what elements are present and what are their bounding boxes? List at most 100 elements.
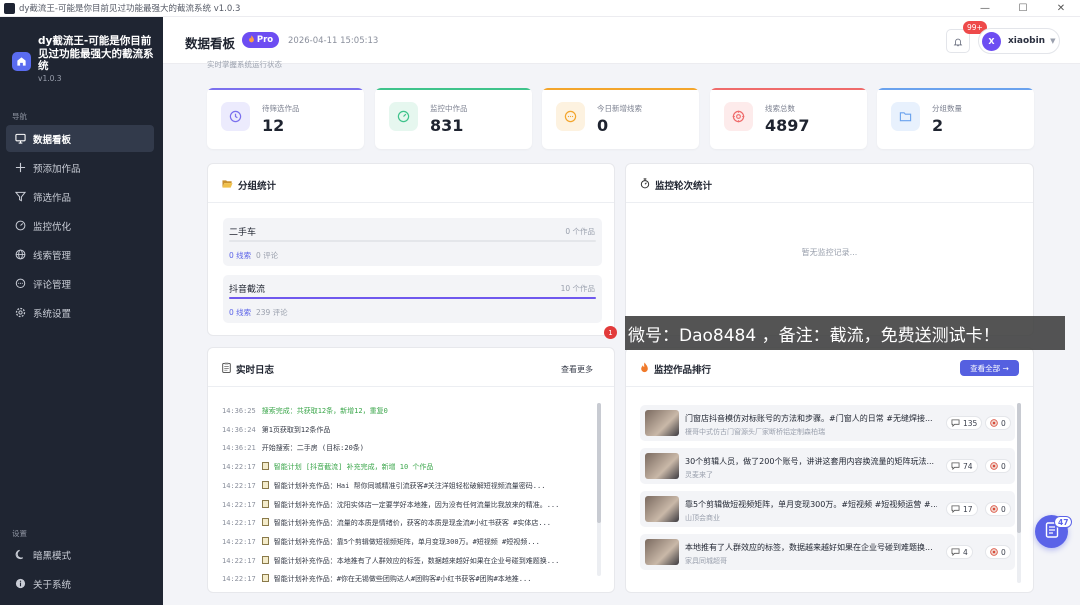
dark-mode-toggle[interactable]: 暗黑模式 bbox=[6, 541, 154, 568]
nav-item-label: 数据看板 bbox=[33, 134, 72, 146]
group-progress bbox=[229, 240, 596, 242]
nav-item-label: 评论管理 bbox=[33, 279, 72, 291]
chat-icon bbox=[556, 102, 585, 131]
stat-value: 4897 bbox=[765, 116, 810, 135]
stat-card-monitoring-works: 监控中作品 831 bbox=[375, 88, 532, 149]
log-message: 开始搜索：二手房 (目标:20条) bbox=[261, 444, 365, 453]
stat-card-group-count: 分组数量 2 bbox=[877, 88, 1034, 149]
nav-item-filter-works[interactable]: 筛选作品 bbox=[6, 183, 154, 210]
nav-item-label: 系统设置 bbox=[33, 308, 72, 320]
clipboard-icon bbox=[222, 362, 231, 376]
document-icon bbox=[261, 499, 269, 508]
window-controls: — ☐ ✕ bbox=[966, 0, 1080, 17]
user-menu[interactable]: X xiaobin ▼ bbox=[978, 28, 1060, 54]
stat-label: 线索总数 bbox=[765, 104, 795, 113]
lead-count-chip: 0 bbox=[985, 502, 1011, 516]
panel-title-label: 实时日志 bbox=[236, 365, 275, 376]
view-all-button[interactable]: 查看全部 → bbox=[960, 360, 1019, 376]
log-time: 14:22:17 bbox=[222, 537, 256, 546]
stat-value: 12 bbox=[262, 116, 285, 135]
document-icon bbox=[261, 574, 269, 583]
comment-icon bbox=[951, 505, 960, 513]
clock-icon bbox=[221, 102, 250, 131]
group-count: 0 个作品 bbox=[565, 227, 595, 236]
rank-author: 灵麦来了 bbox=[685, 471, 713, 479]
log-time: 14:36:24 bbox=[222, 425, 256, 434]
brand-version: v1.0.3 bbox=[38, 73, 62, 83]
log-line: 14:22:17 智能计划 [抖音截流] 补充完成，新增 10 个作品 bbox=[222, 462, 433, 472]
group-stats-panel: 分组统计 二手车 0 个作品 0 线索 0 评论 抖音截流 10 个作品 0 线… bbox=[207, 163, 615, 336]
nav-item-monitor[interactable]: 监控优化 bbox=[6, 212, 154, 239]
target-icon bbox=[990, 462, 998, 470]
log-message: 智能计划补充作品：本地推有了人群效应的标签，数据越来越好如果在企业号碰到难题换.… bbox=[273, 556, 560, 565]
group-meta: 0 线索 0 评论 bbox=[229, 250, 278, 261]
comment-icon bbox=[15, 278, 26, 289]
stat-value: 0 bbox=[597, 116, 609, 135]
log-time: 14:22:17 bbox=[222, 519, 256, 528]
rank-title: 本地推有了人群效应的标签，数据越来越好如果在企业号碰到难题换... bbox=[685, 543, 933, 552]
group-leads: 0 线索 bbox=[229, 251, 252, 260]
rank-item[interactable]: 30个剪辑人员，做了200个账号，讲讲这套用内容换流量的矩阵玩法... 灵麦来了 7… bbox=[640, 448, 1015, 484]
page-title: 数据看板 bbox=[185, 36, 236, 51]
stat-value: 831 bbox=[430, 116, 464, 135]
log-line: 14:36:25 搜索完成：共获取12条，新增12，重复0 bbox=[222, 406, 388, 416]
group-comments: 0 评论 bbox=[255, 251, 279, 260]
panel-title: 实时日志 bbox=[222, 362, 274, 376]
view-more-link[interactable]: 查看更多 bbox=[561, 364, 593, 375]
nav-item-about[interactable]: 关于系统 bbox=[6, 570, 154, 597]
nav-item-settings[interactable]: 系统设置 bbox=[6, 299, 154, 326]
panel-title: 监控轮次统计 bbox=[640, 178, 712, 192]
rank-author: 山顶会商业 bbox=[685, 514, 720, 522]
pro-badge-label: Pro bbox=[256, 35, 274, 45]
brand: dy截流王-可能是你目前见过功能最强大的截流系统 v1.0.3 bbox=[12, 35, 157, 83]
video-thumbnail bbox=[645, 496, 679, 522]
rank-item[interactable]: 靠5个剪辑做短视频矩阵，单月变现300万。#短视频 #短视频运营 #... 山顶会… bbox=[640, 491, 1015, 527]
minimize-button[interactable]: — bbox=[966, 0, 1004, 17]
log-line: 14:22:17 智能计划补充作品：Hai 帮你同城精准引流获客#关注洋姐轻松破解… bbox=[222, 480, 545, 491]
log-message: 智能计划补充作品：靠5个剪辑做短视频矩阵，单月变现300万。#短视频 #短视频.… bbox=[273, 537, 540, 546]
globe-icon bbox=[15, 249, 26, 260]
group-row-used-car[interactable]: 二手车 0 个作品 0 线索 0 评论 bbox=[223, 218, 602, 266]
empty-state-text: 暂无监控记录... bbox=[801, 248, 858, 257]
monitor-icon bbox=[15, 133, 26, 144]
group-row-douyin[interactable]: 抖音截流 10 个作品 0 线索 239 评论 bbox=[223, 275, 602, 323]
lead-count: 0 bbox=[1001, 461, 1006, 471]
stat-card-total-leads: 线索总数 4897 bbox=[710, 88, 867, 149]
rank-item[interactable]: 本地推有了人群效应的标签，数据越来越好如果在企业号碰到难题换... 家具同城超哥 4… bbox=[640, 534, 1015, 570]
log-line: 14:22:17 智能计划补充作品：沈阳实体店一定要学好本地推，因为没有任何流量比… bbox=[222, 499, 559, 510]
gear-icon bbox=[15, 307, 26, 318]
document-icon bbox=[261, 518, 269, 527]
nav-item-leads[interactable]: 线索管理 bbox=[6, 241, 154, 268]
sidebar: dy截流王-可能是你目前见过功能最强大的截流系统 v1.0.3 导航 数据看板 … bbox=[0, 17, 163, 605]
rank-scrollbar-thumb[interactable] bbox=[1017, 403, 1021, 533]
username: xiaobin bbox=[1008, 36, 1046, 46]
close-button[interactable]: ✕ bbox=[1042, 0, 1080, 17]
log-time: 14:22:17 bbox=[222, 500, 256, 509]
log-time: 14:36:21 bbox=[222, 444, 256, 453]
nav-item-comments[interactable]: 评论管理 bbox=[6, 270, 154, 297]
nav-item-label: 关于系统 bbox=[33, 579, 72, 591]
app-icon bbox=[4, 2, 15, 14]
rank-item[interactable]: 门窗店抖音模仿对标账号的方法和步骤。#门窗人的日常 #无缝焊接... 榎哥中式仿古… bbox=[640, 405, 1015, 441]
target-icon bbox=[990, 505, 998, 513]
panel-title: 监控作品排行 bbox=[640, 362, 711, 376]
log-scrollbar-thumb[interactable] bbox=[597, 403, 601, 523]
nav-section-label: 导航 bbox=[12, 112, 27, 121]
flame-icon bbox=[248, 34, 255, 46]
comment-count-chip: 4 bbox=[946, 545, 973, 559]
bell-icon bbox=[953, 32, 963, 51]
realtime-log-panel: 实时日志 查看更多 14:36:25 搜索完成：共获取12条，新增12，重复0 14… bbox=[207, 347, 615, 593]
nav-item-dashboard[interactable]: 数据看板 bbox=[6, 125, 154, 152]
log-time: 14:22:17 bbox=[222, 575, 256, 584]
panel-title-label: 分组统计 bbox=[238, 181, 277, 192]
lead-count: 0 bbox=[1001, 418, 1006, 428]
comment-count: 17 bbox=[963, 504, 973, 514]
maximize-button[interactable]: ☐ bbox=[1004, 0, 1042, 17]
lead-count-chip: 0 bbox=[985, 545, 1011, 559]
lead-count: 0 bbox=[1001, 504, 1006, 514]
comment-icon bbox=[951, 548, 960, 556]
log-message: 智能计划补充作品：流量的本质是情绪价，获客的本质是现金流#小红书获客 #实体店.… bbox=[273, 519, 552, 528]
page-subtitle: 实时掌握系统运行状态 bbox=[207, 60, 282, 69]
nav-item-pre-add-works[interactable]: 预添加作品 bbox=[6, 154, 154, 181]
stat-value: 2 bbox=[932, 116, 944, 135]
